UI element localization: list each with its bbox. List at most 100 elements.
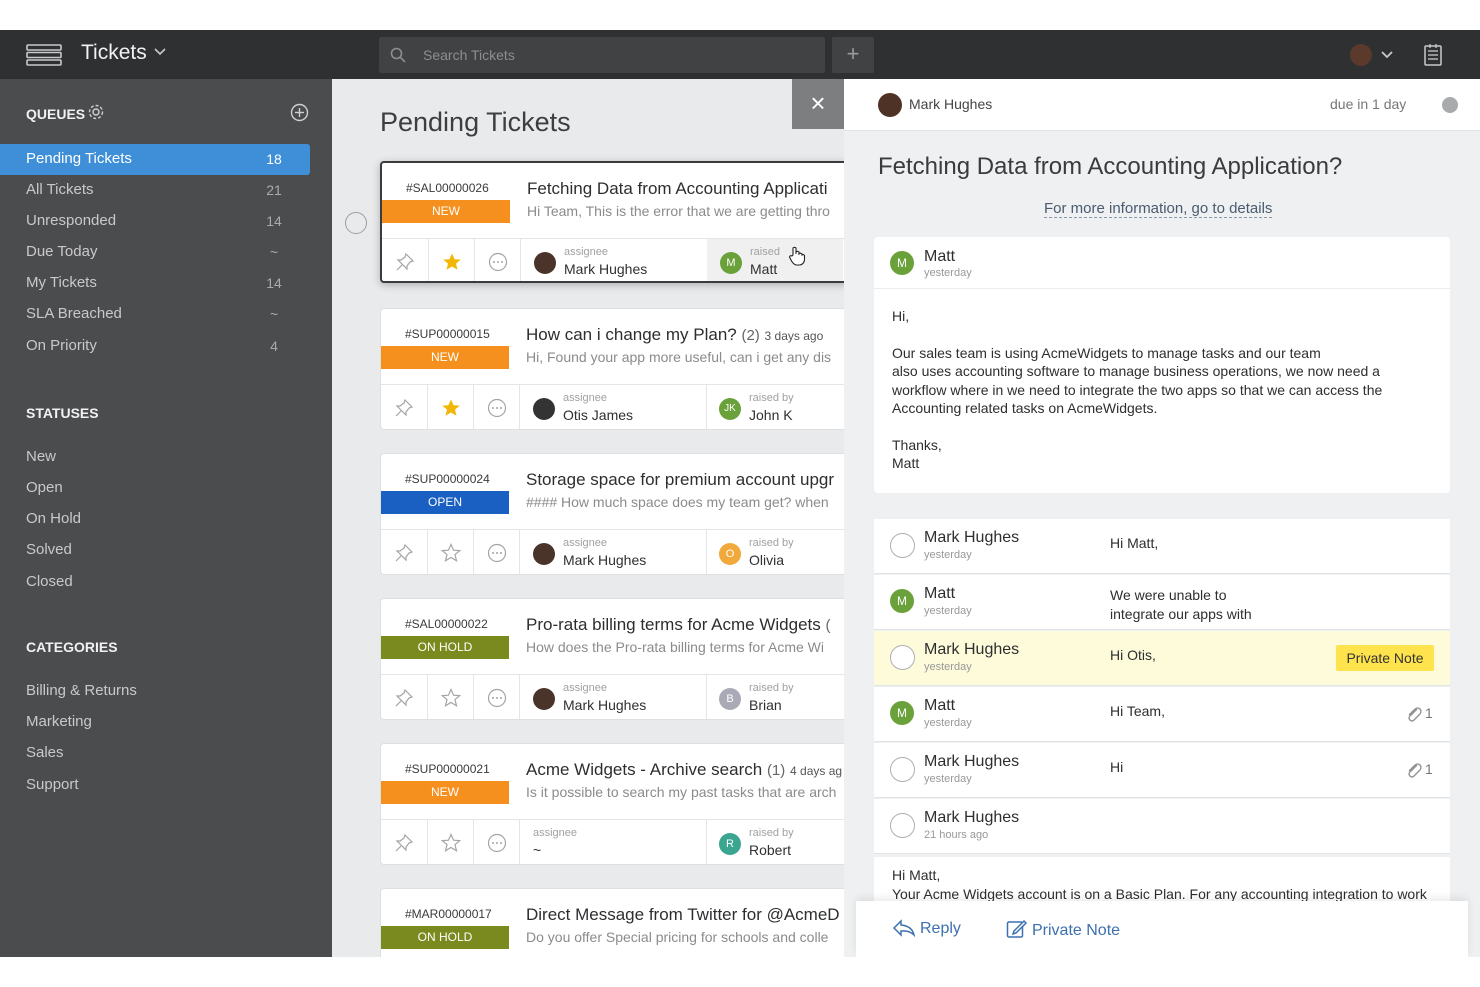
private-note-button[interactable]: Private Note bbox=[1006, 919, 1120, 940]
ticket-card[interactable]: #SUP00000021 NEW Acme Widgets - Archive … bbox=[380, 743, 844, 865]
status-solved[interactable]: Solved bbox=[26, 541, 72, 558]
status-closed[interactable]: Closed bbox=[26, 573, 73, 590]
owner-name[interactable]: Mark Hughes bbox=[909, 96, 992, 112]
reply-count: (2) bbox=[741, 327, 759, 344]
more-button[interactable] bbox=[474, 820, 520, 865]
pin-button[interactable] bbox=[381, 820, 428, 865]
ticket-card[interactable]: #SUP00000015 NEW How can i change my Pla… bbox=[380, 308, 844, 430]
queue-my-tickets[interactable]: My Tickets 14 bbox=[0, 268, 310, 299]
more-button[interactable] bbox=[474, 530, 520, 575]
due-date[interactable]: due in 1 day bbox=[1330, 96, 1406, 112]
category-sales[interactable]: Sales bbox=[26, 744, 64, 761]
more-button[interactable] bbox=[474, 385, 520, 430]
ticket-subject[interactable]: How can i change my Plan? (2) 3 days ago bbox=[526, 325, 823, 345]
select-all-checkbox[interactable] bbox=[345, 212, 367, 234]
ticket-subject[interactable]: Direct Message from Twitter for @AcmeD bbox=[526, 905, 840, 925]
add-ticket-button[interactable]: + bbox=[832, 37, 874, 73]
more-button[interactable] bbox=[475, 239, 521, 283]
assignee[interactable]: assignee Mark Hughes bbox=[533, 534, 703, 574]
tickets-logo-icon[interactable] bbox=[26, 44, 62, 66]
star-button[interactable] bbox=[428, 530, 474, 575]
ticket-card[interactable]: #SUP00000024 OPEN Storage space for prem… bbox=[380, 453, 844, 575]
category-billing-returns[interactable]: Billing & Returns bbox=[26, 682, 137, 699]
more-icon bbox=[487, 833, 507, 853]
ticket-card[interactable]: #SAL00000022 ON HOLD Pro-rata billing te… bbox=[380, 598, 844, 720]
thread-item[interactable]: M Matt yesterday We were unable to integ… bbox=[874, 575, 1450, 630]
pin-button[interactable] bbox=[382, 239, 429, 283]
star-button[interactable] bbox=[428, 385, 474, 430]
ticket-subject[interactable]: Acme Widgets - Archive search (1) 4 days… bbox=[526, 760, 842, 780]
status-open[interactable]: Open bbox=[26, 479, 63, 496]
message-time: yesterday bbox=[924, 605, 972, 617]
ticket-preview: How does the Pro-rata billing terms for … bbox=[526, 639, 824, 655]
assignee[interactable]: assignee Mark Hughes bbox=[533, 679, 703, 719]
star-button[interactable] bbox=[428, 820, 474, 865]
ticket-subject[interactable]: Fetching Data from Accounting Applicati bbox=[527, 179, 828, 199]
thread-item-private-note[interactable]: Mark Hughes yesterday Hi Otis, Private N… bbox=[874, 631, 1450, 686]
list-title: Pending Tickets bbox=[380, 107, 571, 138]
ticket-preview: Do you offer Special pricing for schools… bbox=[526, 929, 828, 945]
pin-button[interactable] bbox=[381, 385, 428, 430]
category-marketing[interactable]: Marketing bbox=[26, 713, 92, 730]
raised-by[interactable]: M raised Matt bbox=[720, 243, 844, 283]
ticket-subject[interactable]: Pro-rata billing terms for Acme Widgets … bbox=[526, 615, 831, 635]
assignee[interactable]: assignee Otis James bbox=[533, 389, 703, 429]
gear-icon[interactable] bbox=[87, 103, 105, 121]
queue-on-priority[interactable]: On Priority 4 bbox=[0, 331, 310, 362]
user-menu[interactable] bbox=[1350, 44, 1396, 66]
queue-all-tickets[interactable]: All Tickets 21 bbox=[0, 175, 310, 206]
assignee[interactable]: assignee ~ bbox=[533, 824, 703, 864]
raised-by-label: raised by bbox=[749, 537, 794, 549]
queue-unresponded[interactable]: Unresponded 14 bbox=[0, 206, 310, 237]
pin-button[interactable] bbox=[381, 675, 428, 720]
thread-item[interactable]: Mark Hughes yesterday Hi Matt, bbox=[874, 519, 1450, 574]
notes-icon[interactable] bbox=[1422, 43, 1444, 67]
details-link[interactable]: For more information, go to details bbox=[1044, 200, 1272, 218]
ticket-subject[interactable]: Storage space for premium account upgr bbox=[526, 470, 834, 490]
search-input[interactable] bbox=[423, 37, 813, 73]
raised-by[interactable]: O raised by Olivia bbox=[719, 534, 844, 574]
reply-button[interactable]: Reply bbox=[892, 919, 961, 938]
thread-item[interactable]: M Matt yesterday Hi Team, 1 bbox=[874, 687, 1450, 742]
queue-count: 14 bbox=[264, 213, 284, 229]
status-on-hold[interactable]: On Hold bbox=[26, 510, 81, 527]
raised-by-avatar: O bbox=[719, 543, 741, 565]
star-button[interactable] bbox=[429, 239, 475, 283]
raised-by-label: raised by bbox=[749, 827, 794, 839]
message-time: yesterday bbox=[924, 549, 972, 561]
search-box[interactable] bbox=[379, 37, 825, 73]
ticket-age: 3 days ago bbox=[765, 329, 824, 343]
close-detail-button[interactable]: × bbox=[792, 79, 844, 129]
queue-label: All Tickets bbox=[26, 181, 94, 198]
more-button[interactable] bbox=[474, 675, 520, 720]
add-queue-icon[interactable] bbox=[290, 103, 309, 122]
edit-note-icon bbox=[1006, 919, 1028, 939]
star-button[interactable] bbox=[428, 675, 474, 720]
queue-due-today[interactable]: Due Today ~ bbox=[0, 237, 310, 268]
assignee-label: assignee bbox=[564, 246, 608, 258]
pin-button[interactable] bbox=[381, 530, 428, 575]
category-support[interactable]: Support bbox=[26, 776, 79, 793]
raised-by[interactable]: JK raised by John K bbox=[719, 389, 844, 429]
assignee-label: assignee bbox=[533, 827, 577, 839]
reply-count: ( bbox=[826, 617, 831, 634]
ticket-card[interactable]: #MAR00000017 ON HOLD Direct Message from… bbox=[380, 888, 844, 957]
ticket-card[interactable]: #SAL00000026 NEW Fetching Data from Acco… bbox=[380, 161, 844, 283]
snippet-line: We were unable to bbox=[1110, 586, 1252, 605]
subject-text: How can i change my Plan? bbox=[526, 325, 737, 344]
status-new[interactable]: New bbox=[26, 448, 56, 465]
author-avatar bbox=[890, 533, 915, 558]
app-title[interactable]: Tickets bbox=[81, 41, 147, 65]
assignee[interactable]: assignee Mark Hughes bbox=[534, 243, 704, 283]
raised-by[interactable]: B raised by Brian bbox=[719, 679, 844, 719]
thread-item[interactable]: Mark Hughes yesterday Hi 1 bbox=[874, 743, 1450, 798]
queue-sla-breached[interactable]: SLA Breached ~ bbox=[0, 299, 310, 330]
queue-label: Unresponded bbox=[26, 212, 116, 229]
thread-item[interactable]: Mark Hughes 21 hours ago bbox=[874, 799, 1450, 854]
raised-by[interactable]: R raised by Robert bbox=[719, 824, 844, 864]
status-dot[interactable] bbox=[1442, 97, 1458, 113]
queue-pending-tickets[interactable]: Pending Tickets 18 bbox=[0, 144, 310, 175]
chevron-down-icon[interactable] bbox=[153, 47, 167, 57]
reply-bar: Reply Private Note bbox=[856, 901, 1468, 957]
ticket-footer: assignee Mark Hughes B raised by Brian bbox=[381, 674, 844, 720]
